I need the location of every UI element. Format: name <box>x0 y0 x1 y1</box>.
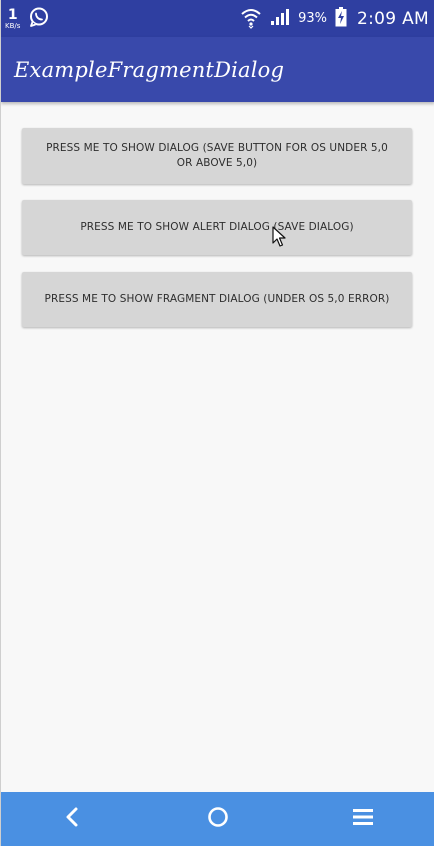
home-button[interactable] <box>188 792 248 846</box>
battery-charging-icon <box>335 6 347 31</box>
status-time: 2:09 AM <box>357 8 429 29</box>
wifi-icon <box>240 5 262 33</box>
network-speed: 1 KB/s <box>5 8 20 30</box>
status-bar-right: 93% 2:09 AM <box>232 0 429 37</box>
menu-button[interactable] <box>333 792 393 846</box>
battery-percent: 93% <box>298 11 328 26</box>
show-fragment-dialog-button-label: PRESS ME TO SHOW FRAGMENT DIALOG (UNDER … <box>44 293 390 305</box>
app-title: ExampleFragmentDialog <box>14 57 285 82</box>
mouse-pointer-icon <box>272 226 288 248</box>
show-alert-dialog-button[interactable]: PRESS ME TO SHOW ALERT DIALOG (SAVE DIAL… <box>22 200 412 255</box>
network-speed-value: 1 <box>7 6 18 23</box>
show-alert-dialog-button-label: PRESS ME TO SHOW ALERT DIALOG (SAVE DIAL… <box>80 221 354 233</box>
back-icon <box>63 806 83 832</box>
screen: 1 KB/s 93% 2:09 AM ExampleFragmentDialog… <box>0 0 434 846</box>
show-dialog-button-label: PRESS ME TO SHOW DIALOG (SAVE BUTTON FOR… <box>46 142 388 169</box>
app-bar: ExampleFragmentDialog <box>1 37 434 102</box>
whatsapp-icon <box>28 6 50 32</box>
navigation-bar <box>1 792 434 846</box>
show-dialog-button[interactable]: PRESS ME TO SHOW DIALOG (SAVE BUTTON FOR… <box>22 128 412 184</box>
menu-icon <box>351 806 375 832</box>
status-bar-left: 1 KB/s <box>1 6 50 32</box>
status-bar: 1 KB/s 93% 2:09 AM <box>1 0 434 37</box>
network-speed-unit: KB/s <box>5 21 21 30</box>
show-fragment-dialog-button[interactable]: PRESS ME TO SHOW FRAGMENT DIALOG (UNDER … <box>22 272 412 327</box>
home-icon <box>206 805 230 833</box>
signal-icon <box>270 8 290 30</box>
back-button[interactable] <box>43 792 103 846</box>
